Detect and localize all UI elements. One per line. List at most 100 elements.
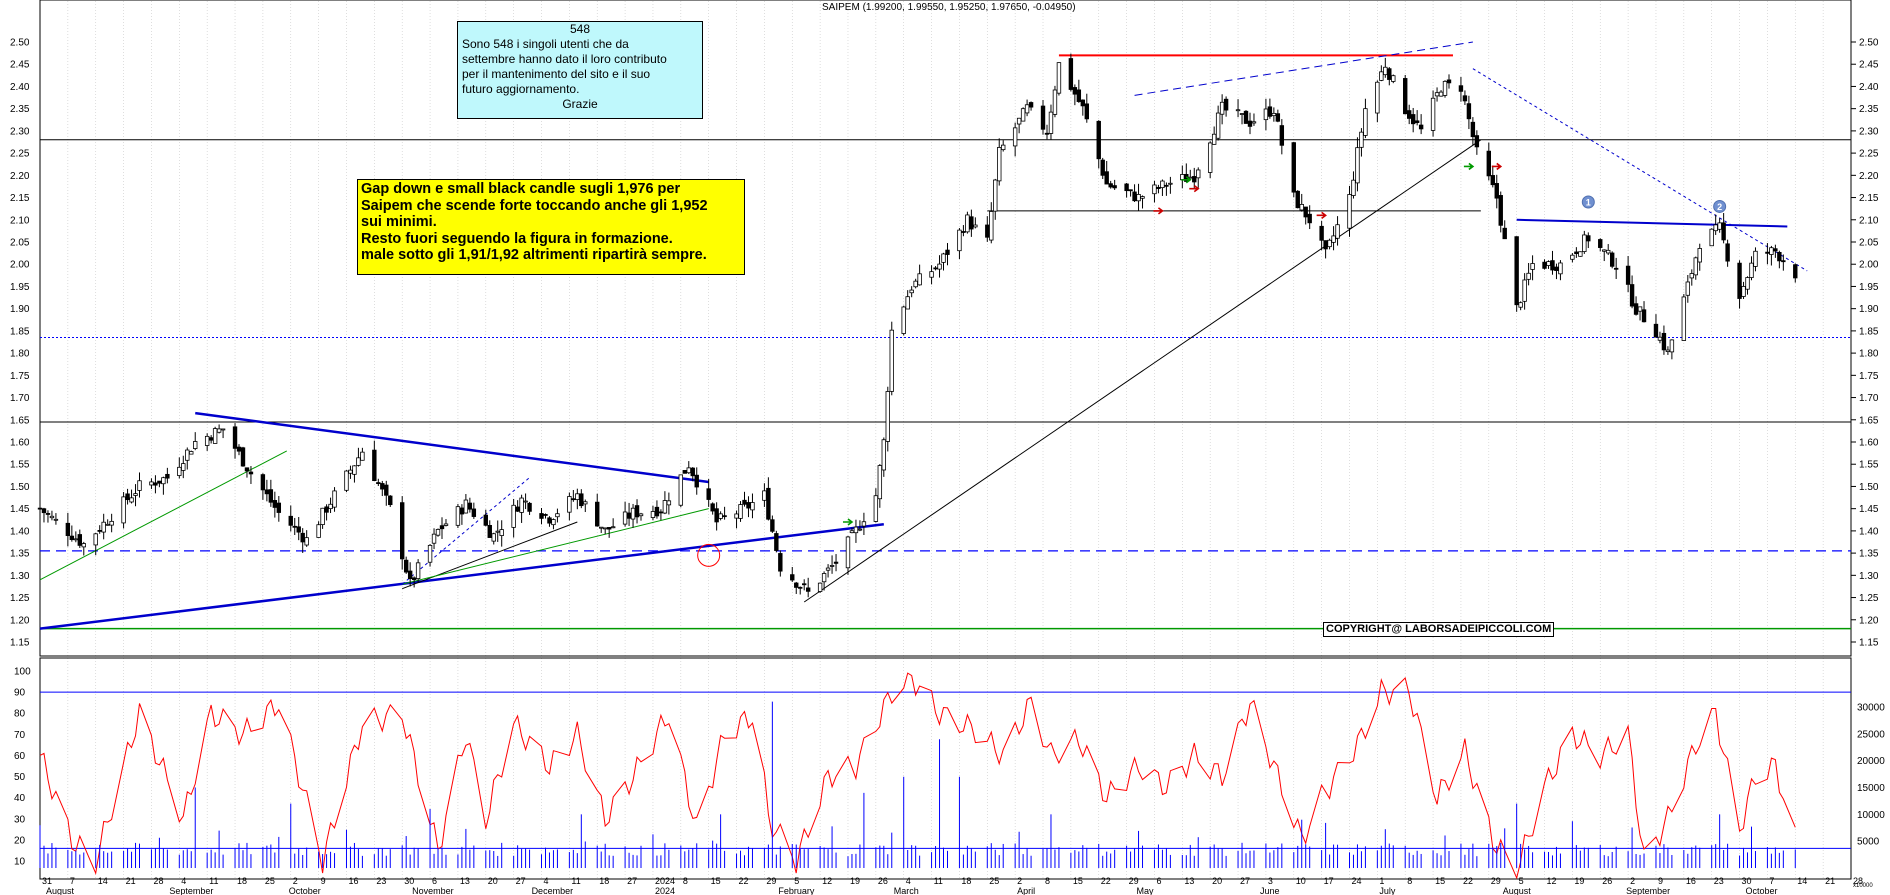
- candle-body: [384, 484, 389, 496]
- candle-body: [1745, 277, 1750, 290]
- candle-body: [105, 523, 110, 526]
- price-tick-label: 1.65: [1859, 415, 1879, 426]
- candle-body: [1331, 235, 1336, 243]
- price-tick-label: 1.75: [1859, 371, 1879, 382]
- candle-body: [1661, 332, 1667, 351]
- candle-body: [1526, 272, 1531, 280]
- candle-body: [1068, 58, 1074, 90]
- price-tick-label-left: 1.75: [10, 371, 30, 382]
- candle-body: [1080, 99, 1086, 107]
- x-day-label: 6: [432, 876, 437, 886]
- x-month-label: August: [1503, 886, 1532, 895]
- candle-body: [45, 513, 51, 515]
- oscillator-tick-label: 60: [14, 751, 26, 762]
- price-tick-label: 1.50: [1859, 482, 1879, 493]
- candle-body: [1383, 66, 1388, 76]
- candle-body: [519, 497, 524, 513]
- candle-body: [1044, 132, 1050, 135]
- candle-body: [1546, 261, 1551, 266]
- candle-body: [1391, 75, 1396, 82]
- candle-body: [1100, 159, 1105, 176]
- candle-body: [407, 570, 413, 580]
- x-day-label: 29: [1129, 876, 1139, 886]
- info-box: 548 Sono 548 i singoli utenti che da set…: [457, 21, 703, 119]
- oscillator-tick-label: 90: [14, 688, 26, 699]
- candle-body: [1020, 108, 1026, 122]
- info-line: settembre hanno dato il loro contributo: [462, 52, 667, 66]
- candle-body: [1498, 195, 1503, 226]
- x-day-label: 28: [153, 876, 163, 886]
- candle-body: [877, 465, 883, 500]
- price-tick-label: 2.05: [1859, 238, 1879, 249]
- candle-body: [1363, 108, 1368, 136]
- comment-box: Gap down e small black candle sugli 1,97…: [357, 179, 745, 275]
- candle-body: [1239, 113, 1245, 115]
- candle-body: [861, 521, 867, 527]
- candle-body: [825, 567, 831, 571]
- candle-body: [778, 553, 783, 572]
- candle-body: [1606, 249, 1611, 254]
- candle-body: [666, 500, 672, 506]
- candle-body: [1132, 191, 1137, 202]
- candle-body: [511, 504, 516, 528]
- candle-body: [1303, 206, 1308, 218]
- falling-resistance-trendline: [195, 411, 709, 484]
- price-tick-label: 2.00: [1859, 260, 1879, 271]
- x-day-label: 4: [906, 876, 911, 886]
- x-day-label: 19: [850, 876, 860, 886]
- candle-body: [463, 499, 469, 514]
- candle-body: [348, 469, 353, 474]
- candle-body: [905, 296, 910, 310]
- candle-body: [121, 496, 126, 524]
- candle-body: [439, 525, 445, 530]
- candle-body: [1570, 254, 1575, 260]
- x-day-label: 2: [293, 876, 298, 886]
- candle-body: [125, 493, 130, 501]
- candle-body: [1637, 306, 1643, 312]
- info-box-title: 548: [569, 22, 591, 36]
- oscillator-tick-label: 20: [14, 835, 26, 846]
- x-month-label: July: [1379, 886, 1396, 895]
- volume-series: [39, 701, 1796, 868]
- x-day-label: 26: [878, 876, 888, 886]
- candle-body: [1462, 95, 1468, 102]
- candle-body: [909, 289, 914, 294]
- candle-body: [1781, 260, 1786, 263]
- price-tick-label-left: 2.20: [10, 171, 30, 182]
- info-box-footer: Grazie: [562, 97, 598, 111]
- candle-body: [185, 449, 190, 461]
- candle-body: [973, 224, 978, 228]
- price-tick-label-left: 2.05: [10, 238, 30, 249]
- candle-body: [1076, 89, 1082, 102]
- x-day-label: 13: [460, 876, 470, 886]
- candle-body: [790, 574, 795, 581]
- candle-body: [73, 538, 79, 541]
- candle-body: [1040, 105, 1046, 130]
- x-day-label: 4: [544, 876, 549, 886]
- candle-body: [1263, 108, 1269, 121]
- candle-body: [1112, 185, 1117, 189]
- candle-body: [41, 508, 47, 514]
- candle-body: [1713, 224, 1718, 232]
- candle-body: [1323, 240, 1328, 250]
- price-tick-label-left: 1.55: [10, 460, 30, 471]
- candle-body: [794, 582, 799, 588]
- candle-body: [1434, 92, 1440, 97]
- candle-body: [1351, 179, 1356, 196]
- candle-body: [1765, 251, 1770, 254]
- candle-body: [1379, 71, 1384, 81]
- candle-body: [1275, 113, 1281, 122]
- x-day-label: 10: [1296, 876, 1306, 886]
- candle-body: [388, 495, 393, 506]
- oscillator-tick-label: 30: [14, 814, 26, 825]
- candle-body: [1542, 261, 1547, 269]
- price-tick-label: 2.40: [1859, 82, 1879, 93]
- indicator-panel-frame: [39, 657, 1852, 880]
- candle-body: [1156, 186, 1161, 189]
- price-tick-label-left: 1.40: [10, 526, 30, 537]
- candle-body: [216, 428, 222, 433]
- candle-body: [873, 495, 879, 522]
- candle-body: [746, 502, 751, 509]
- candle-body: [1028, 102, 1034, 108]
- candle-body: [706, 488, 711, 500]
